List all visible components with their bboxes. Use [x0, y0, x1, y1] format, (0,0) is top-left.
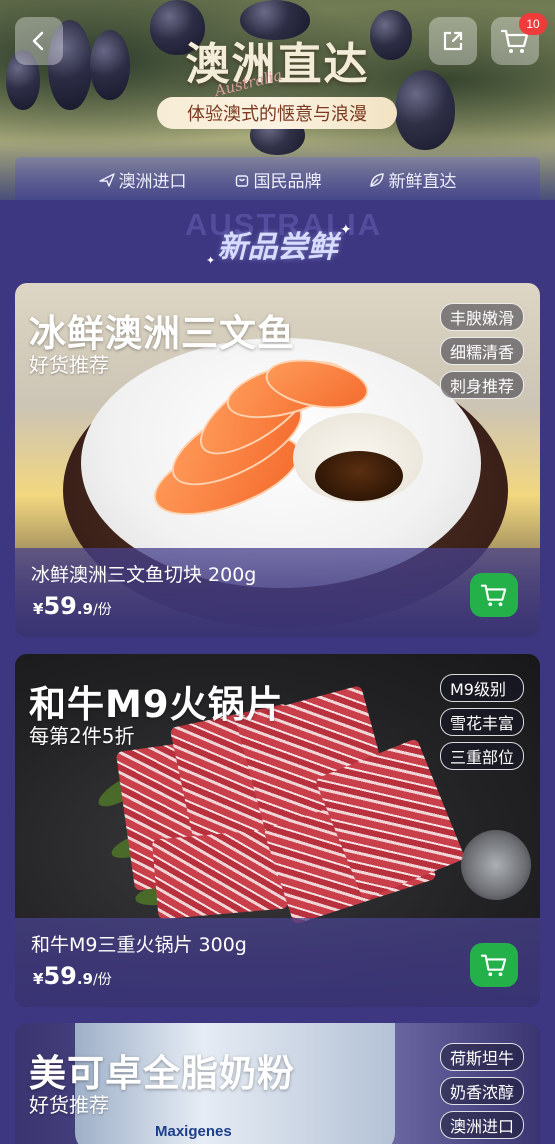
can-brand-label: Maxigenes [155, 1123, 232, 1140]
feature-item: 新鲜直达 [369, 167, 457, 192]
add-to-cart-button[interactable] [470, 943, 518, 987]
feature-label: 新鲜直达 [388, 172, 457, 192]
price-unit: /份 [92, 602, 112, 618]
leaf-icon [369, 172, 384, 187]
bag-icon [235, 174, 248, 187]
add-to-cart-button[interactable] [470, 573, 518, 617]
price-decimal: .9 [76, 600, 93, 618]
product-card[interactable]: 和牛M9火锅片 每第2件5折 M9级别 雪花丰富 三重部位 和牛M9三重火锅片 … [15, 654, 540, 1007]
cart-icon [480, 954, 507, 977]
product-tagline: 好货推荐 [29, 1093, 109, 1117]
product-title: 冰鲜澳洲三文鱼切块 200g [31, 564, 257, 586]
price-unit: /份 [92, 972, 112, 988]
glass-cup-image [461, 830, 531, 900]
product-tag: M9级别 [439, 674, 524, 702]
price-currency: ¥ [33, 600, 44, 618]
page-subtitle: 体验澳式的惬意与浪漫 [157, 97, 397, 129]
plane-icon [98, 172, 115, 187]
cart-icon [480, 584, 507, 607]
product-price: ¥ 59 .9 /份 [33, 592, 112, 620]
product-tags: M9级别 雪花丰富 三重部位 [439, 674, 524, 770]
product-tag: 澳洲进口 [439, 1111, 524, 1139]
share-icon [443, 31, 463, 51]
section-title: 新品尝鲜 [217, 230, 338, 265]
soy-sauce-image [315, 451, 403, 501]
feature-item: 澳洲进口 [98, 167, 187, 192]
feature-label: 澳洲进口 [118, 172, 187, 192]
sparkle-icon: ✦ [340, 222, 352, 238]
sparkle-icon: ✦ [206, 254, 216, 267]
product-info-bar: 和牛M9三重火锅片 300g ¥ 59 .9 /份 [15, 918, 540, 1007]
feature-bar: 澳洲进口 国民品牌 新鲜直达 [15, 157, 540, 200]
product-price: ¥ 59 .9 /份 [33, 962, 112, 990]
product-card[interactable]: Maxigenes 美可卓全脂奶粉 好货推荐 荷斯坦牛 奶香浓醇 澳洲进口 [15, 1023, 540, 1144]
product-tag: 三重部位 [439, 742, 524, 770]
product-tags: 丰腴嫩滑 细糯清香 刺身推荐 [439, 303, 524, 399]
product-info-bar: 冰鲜澳洲三文鱼切块 200g ¥ 59 .9 /份 [15, 548, 540, 637]
product-tagline: 每第2件5折 [29, 724, 135, 748]
feature-label: 国民品牌 [253, 172, 322, 192]
cart-count-badge: 10 [519, 13, 547, 35]
price-currency: ¥ [33, 970, 44, 988]
product-tag: 荷斯坦牛 [439, 1043, 524, 1071]
product-title: 和牛M9三重火锅片 300g [31, 934, 247, 956]
product-tag: 刺身推荐 [439, 371, 524, 399]
share-button[interactable] [429, 17, 477, 65]
feature-item: 国民品牌 [234, 167, 322, 192]
product-tag: 细糯清香 [439, 337, 524, 365]
price-integer: 59 [43, 962, 77, 990]
product-tags: 荷斯坦牛 奶香浓醇 澳洲进口 [439, 1043, 524, 1139]
product-tag: 雪花丰富 [439, 708, 524, 736]
product-tag: 奶香浓醇 [439, 1077, 524, 1105]
product-card[interactable]: 冰鲜澳洲三文鱼 好货推荐 丰腴嫩滑 细糯清香 刺身推荐 冰鲜澳洲三文鱼切块 20… [15, 283, 540, 637]
price-decimal: .9 [76, 970, 93, 988]
hero-banner: 澳洲直达 Australia 体验澳式的惬意与浪漫 10 澳洲进口 国民品牌 新… [0, 0, 555, 200]
price-integer: 59 [43, 592, 77, 620]
product-tagline: 好货推荐 [29, 353, 109, 377]
product-tag: 丰腴嫩滑 [439, 303, 524, 331]
